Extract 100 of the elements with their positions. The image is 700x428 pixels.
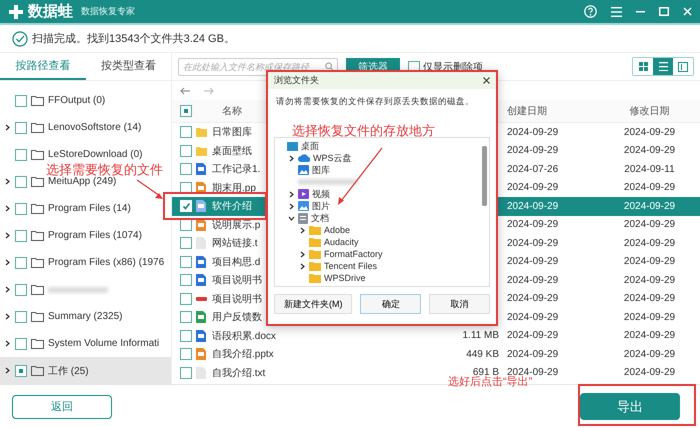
menu-icon[interactable] [611, 6, 622, 16]
file-name[interactable]: 自我介绍.pptx [212, 347, 274, 362]
folder-label[interactable]: WPS云盘 [313, 152, 352, 164]
file-name[interactable]: 项目说明书 [212, 292, 262, 306]
chevron-right-icon[interactable] [4, 178, 11, 185]
folder-label[interactable]: 图片 [312, 200, 330, 212]
folder-label[interactable]: 桌面 [301, 140, 319, 152]
close-icon[interactable] [483, 77, 490, 84]
chevron-right-icon[interactable] [4, 340, 11, 347]
checkbox[interactable] [180, 256, 192, 268]
column-header[interactable]: 修改日期 [630, 104, 670, 118]
view-tab[interactable]: 按路径查看 [0, 53, 86, 80]
folder-label[interactable]: 工作 (25) [48, 364, 89, 378]
chevron-right-icon[interactable] [299, 262, 306, 270]
checkbox[interactable] [180, 330, 192, 342]
modified-date: 2024-09-29 [624, 238, 676, 249]
folder-label[interactable]: FFOutput (0) [48, 95, 106, 106]
checkbox[interactable] [15, 284, 27, 296]
chevron-down-icon[interactable] [288, 214, 295, 222]
column-header[interactable]: 创建日期 [507, 104, 607, 118]
checkbox[interactable] [180, 105, 192, 117]
checkbox[interactable] [180, 292, 192, 305]
app-name: 数据蛙 [28, 2, 73, 21]
file-name[interactable]: 项目构思.d [212, 254, 260, 269]
folder-label[interactable]: LenovoSoftstore (14) [48, 122, 142, 133]
list-view-button[interactable] [653, 58, 673, 75]
folder-label[interactable]: 文档 [311, 212, 329, 224]
folder-label[interactable]: Program Files (x86) (1976 [48, 257, 164, 268]
file-name[interactable]: 工作记录1. [212, 162, 260, 176]
back-arrow-icon[interactable] [180, 86, 190, 94]
folder-label[interactable]: FormatFactory [324, 249, 383, 259]
dialog-button[interactable]: 确定 [360, 294, 422, 314]
back-button[interactable]: 返回 [12, 394, 112, 418]
modified-date: 2024-09-29 [624, 330, 676, 342]
folder-label[interactable]: 图库 [312, 164, 330, 176]
chevron-right-icon[interactable] [4, 313, 11, 320]
chevron-right-icon[interactable] [299, 226, 306, 234]
checkbox[interactable] [15, 202, 27, 214]
file-name[interactable]: 项目说明书 [212, 273, 262, 288]
chevron-right-icon[interactable] [288, 190, 295, 198]
panel-icon [678, 62, 688, 72]
chevron-right-icon[interactable] [4, 232, 11, 239]
checkbox[interactable] [15, 338, 27, 350]
folder-label[interactable]: Audacity [324, 237, 359, 247]
file-name[interactable]: 自我介绍.txt [212, 366, 266, 380]
dialog-button[interactable]: 取消 [429, 294, 490, 314]
chevron-right-icon[interactable] [4, 367, 11, 374]
checkbox[interactable] [15, 230, 27, 242]
checkbox[interactable] [180, 163, 192, 176]
folder-label[interactable]: LeStoreDownload (0) [48, 149, 142, 160]
checkbox[interactable] [180, 182, 192, 194]
folder-label[interactable]: System Volume Informati [48, 338, 160, 349]
help-icon[interactable] [584, 5, 597, 18]
maximize-icon[interactable] [659, 7, 669, 16]
modified-date: 2024-09-29 [624, 182, 676, 194]
checkbox[interactable] [15, 148, 27, 160]
checkbox[interactable] [15, 310, 27, 322]
folder-label[interactable]: 视频 [312, 188, 330, 200]
checkbox[interactable] [180, 366, 192, 379]
scrollbar[interactable] [482, 146, 487, 206]
checkbox[interactable] [180, 144, 192, 157]
checkbox[interactable] [15, 176, 27, 188]
checkbox[interactable] [180, 274, 192, 286]
chevron-right-icon[interactable] [299, 250, 306, 258]
chevron-right-icon[interactable] [288, 202, 295, 210]
checkbox[interactable] [180, 311, 192, 324]
chevron-right-icon[interactable] [4, 124, 11, 131]
export-button[interactable]: 导出 [580, 393, 680, 420]
file-name[interactable]: 语段积累.docx [212, 328, 276, 343]
checkbox[interactable] [180, 126, 192, 138]
folder-label[interactable]: Summary (2325) [48, 311, 122, 322]
folder-label[interactable]: MeituApp (249) [48, 176, 116, 187]
dialog-title: 浏览文件夹 [274, 74, 319, 87]
created-date: 2024-09-29 [507, 182, 558, 194]
checkbox[interactable] [15, 364, 27, 376]
view-tab[interactable]: 按类型查看 [86, 53, 171, 80]
file-name[interactable]: 日常图库 [212, 125, 252, 140]
checkbox[interactable] [15, 256, 27, 268]
checkbox[interactable] [180, 237, 192, 250]
chevron-right-icon[interactable] [4, 205, 11, 212]
checkbox[interactable] [15, 94, 27, 106]
file-name[interactable]: 说明展示.p [212, 218, 260, 232]
folder-label[interactable]: Program Files (1074) [48, 230, 142, 241]
folder-label[interactable]: Adobe [324, 225, 350, 235]
file-name[interactable]: 软件介绍 [212, 199, 252, 214]
chevron-right-icon[interactable] [288, 154, 295, 162]
dialog-button[interactable]: 新建文件夹(M) [274, 294, 352, 314]
checkbox[interactable] [180, 348, 192, 360]
file-name[interactable]: 网站链接.t [212, 236, 258, 250]
folder-label[interactable]: WPSDrive [324, 273, 366, 283]
file-name[interactable]: 桌面壁纸 [212, 144, 252, 158]
folder-label[interactable]: Program Files (14) [48, 203, 131, 214]
chevron-right-icon[interactable] [4, 286, 11, 293]
chevron-right-icon[interactable] [4, 259, 11, 266]
modified-date: 2024-09-11 [624, 164, 675, 175]
checkbox[interactable] [15, 122, 27, 134]
folder-label[interactable]: Tencent Files [324, 261, 378, 271]
file-name[interactable]: 用户反馈数 [212, 310, 262, 324]
minimize-icon[interactable] [636, 10, 645, 12]
modified-date: 2024-09-29 [624, 312, 676, 323]
